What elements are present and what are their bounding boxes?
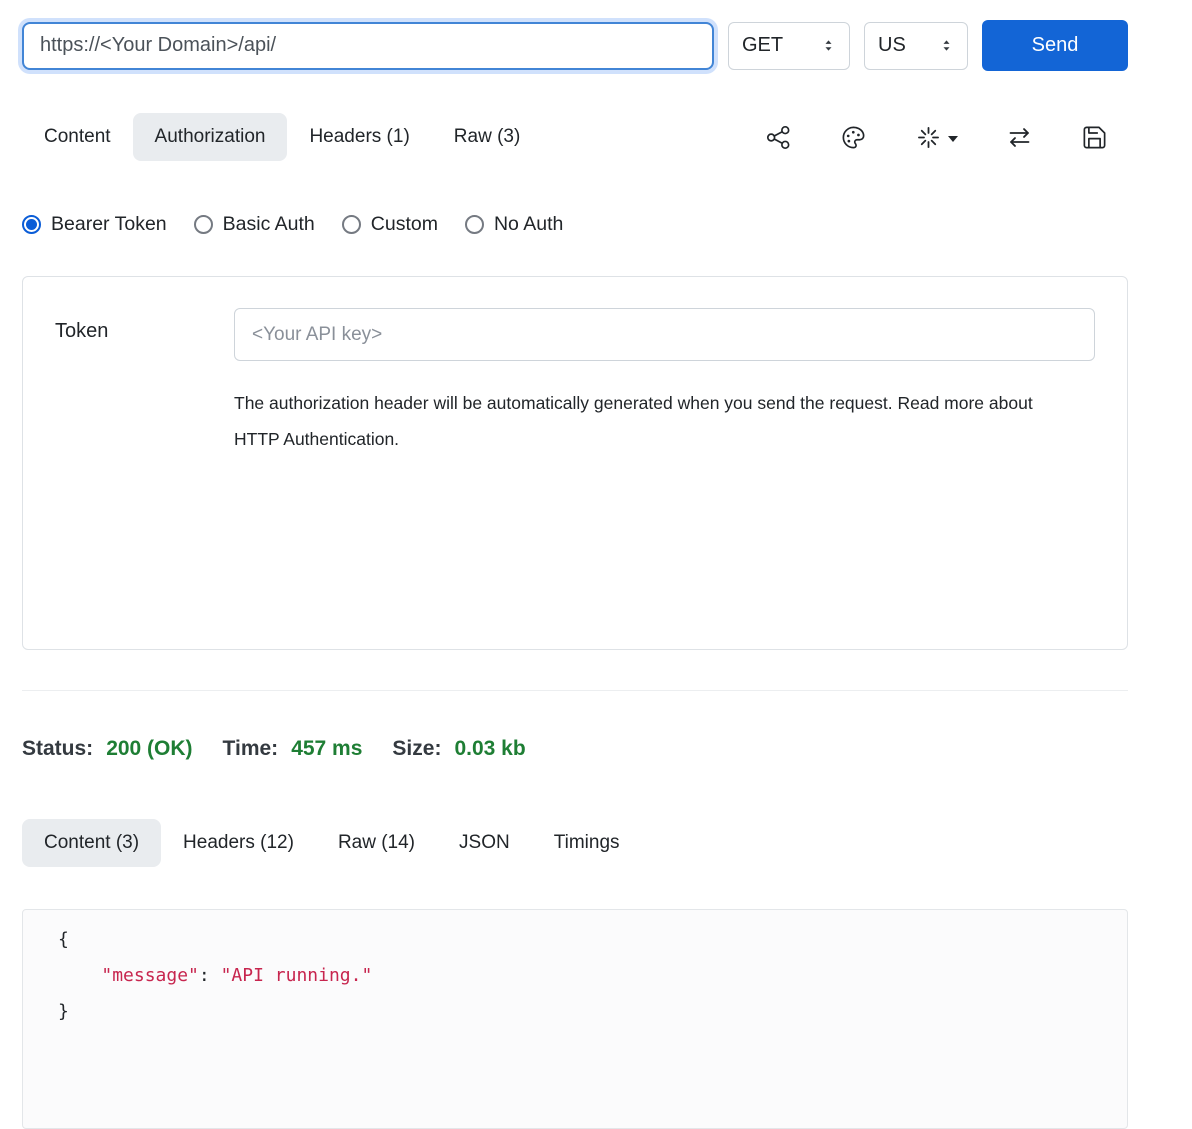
radio-unselected-icon — [342, 215, 361, 234]
size-label: Size: — [392, 737, 441, 761]
tab-response-headers[interactable]: Headers (12) — [161, 819, 316, 867]
code-brace: } — [58, 1001, 69, 1022]
auth-option-basic-auth[interactable]: Basic Auth — [194, 213, 315, 236]
request-tabs: Content Authorization Headers (1) Raw (3… — [22, 113, 1128, 161]
status-pair: Status: 200 (OK) — [22, 737, 193, 761]
radio-label: No Auth — [494, 213, 563, 236]
tab-content[interactable]: Content — [22, 113, 133, 161]
auth-option-custom[interactable]: Custom — [342, 213, 438, 236]
time-value: 457 ms — [291, 737, 362, 761]
time-label: Time: — [223, 737, 279, 761]
radio-label: Custom — [371, 213, 438, 236]
time-pair: Time: 457 ms — [223, 737, 363, 761]
token-input[interactable] — [234, 308, 1095, 361]
code-string-value: "API running." — [221, 965, 373, 986]
auth-type-options: Bearer Token Basic Auth Custom No Auth — [22, 213, 1128, 236]
caret-down-icon — [948, 136, 958, 142]
response-body-viewer[interactable]: { "message": "API running." } — [22, 909, 1128, 1129]
method-select[interactable]: GET — [728, 22, 850, 70]
status-label: Status: — [22, 737, 93, 761]
chevron-updown-icon — [821, 38, 836, 53]
code-line: "message": "API running." — [58, 958, 1107, 994]
response-summary: Status: 200 (OK) Time: 457 ms Size: 0.03… — [22, 737, 1128, 761]
auth-option-no-auth[interactable]: No Auth — [465, 213, 563, 236]
url-input[interactable] — [22, 22, 714, 70]
chevron-updown-icon — [939, 38, 954, 53]
tab-headers[interactable]: Headers (1) — [287, 113, 431, 161]
swap-arrows-icon[interactable] — [1006, 124, 1033, 151]
status-value: 200 (OK) — [106, 737, 192, 761]
code-line: { — [58, 922, 1107, 958]
code-line: } — [58, 994, 1107, 1030]
radio-label: Bearer Token — [51, 213, 167, 236]
tab-response-raw[interactable]: Raw (14) — [316, 819, 437, 867]
code-key: "message" — [101, 965, 199, 986]
authorization-panel: Token The authorization header will be a… — [22, 276, 1128, 650]
radio-unselected-icon — [465, 215, 484, 234]
api-client-page: GET US Send Content Authorization Header… — [0, 0, 1192, 1129]
code-separator: : — [199, 965, 221, 986]
tab-response-timings[interactable]: Timings — [532, 819, 642, 867]
region-select-value: US — [878, 34, 906, 57]
radio-label: Basic Auth — [223, 213, 315, 236]
request-bar: GET US Send — [22, 20, 1128, 71]
code-indent — [58, 965, 101, 986]
token-help-text: The authorization header will be automat… — [234, 385, 1069, 457]
spark-icon[interactable] — [915, 124, 958, 151]
tab-response-content[interactable]: Content (3) — [22, 819, 161, 867]
method-select-value: GET — [742, 34, 783, 57]
send-button[interactable]: Send — [982, 20, 1128, 71]
token-row: Token — [55, 308, 1095, 361]
token-label: Token — [55, 308, 234, 343]
size-pair: Size: 0.03 kb — [392, 737, 525, 761]
palette-icon[interactable] — [840, 124, 867, 151]
region-select[interactable]: US — [864, 22, 968, 70]
size-value: 0.03 kb — [454, 737, 525, 761]
save-icon[interactable] — [1081, 124, 1108, 151]
share-icon[interactable] — [765, 124, 792, 151]
section-divider — [22, 690, 1128, 691]
response-tabs: Content (3) Headers (12) Raw (14) JSON T… — [22, 819, 1128, 867]
auth-option-bearer-token[interactable]: Bearer Token — [22, 213, 167, 236]
tab-response-json[interactable]: JSON — [437, 819, 532, 867]
code-brace: { — [58, 929, 69, 950]
tab-authorization[interactable]: Authorization — [133, 113, 288, 161]
radio-unselected-icon — [194, 215, 213, 234]
toolbar — [765, 124, 1128, 151]
tab-raw[interactable]: Raw (3) — [432, 113, 543, 161]
radio-selected-icon — [22, 215, 41, 234]
